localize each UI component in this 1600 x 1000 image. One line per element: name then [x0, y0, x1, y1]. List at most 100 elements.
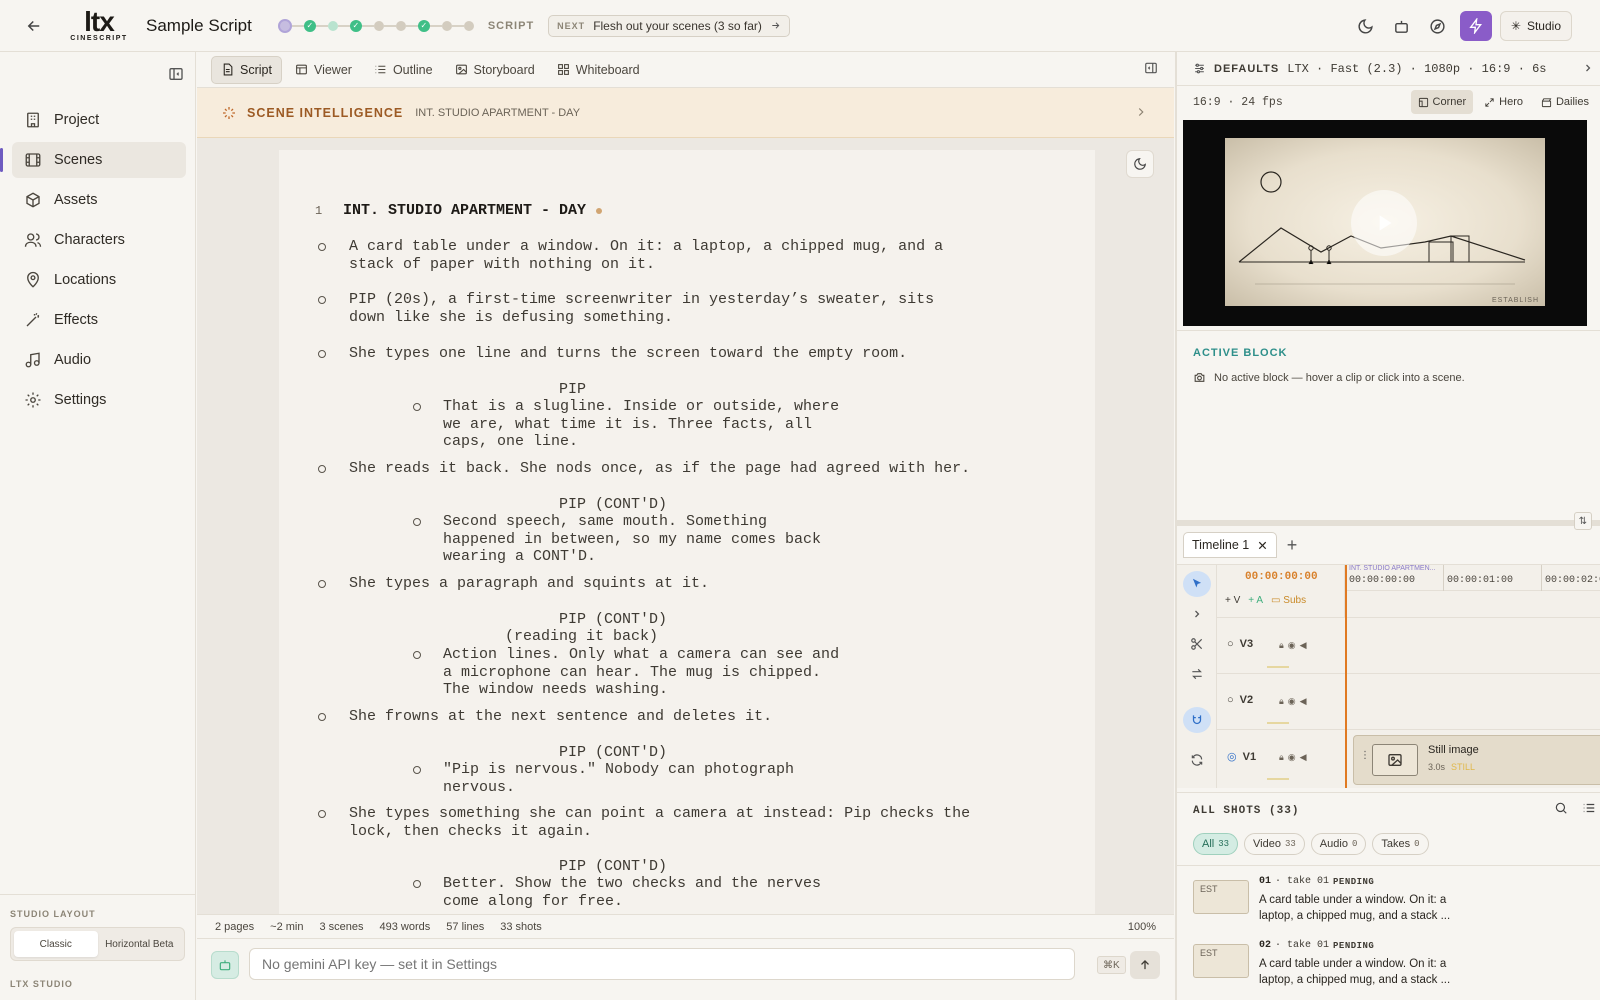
scissors-icon[interactable] [1183, 631, 1211, 657]
action-line[interactable]: She types one line and turns the screen … [349, 345, 907, 363]
workflow-progress[interactable]: ✓ ✓ ✓ [277, 18, 474, 33]
lock-icon[interactable]: 🔒︎ [1279, 752, 1284, 763]
timeline-ruler[interactable]: INT. STUDIO APARTMEN... 00:00:00:00 00:0… [1345, 565, 1600, 591]
action-line[interactable]: She reads it back. She nods once, as if … [349, 460, 970, 478]
dialogue[interactable]: "Pip is nervous." Nobody can photograph … [443, 761, 794, 796]
sidebar-item-characters[interactable]: Characters [12, 222, 186, 258]
progress-step[interactable]: ✓ [349, 19, 362, 32]
script-page[interactable]: 1 INT. STUDIO APARTMENT - DAY A card tab… [279, 150, 1095, 962]
collapse-sidebar-icon[interactable] [168, 66, 186, 84]
track-v2[interactable]: ○ V2 🔒︎ ◉ ◀︎ [1217, 673, 1600, 729]
sidebar-item-assets[interactable]: Assets [12, 182, 186, 218]
action-line[interactable]: PIP (20s), a first-time screenwriter in … [349, 291, 934, 326]
dialogue[interactable]: Action lines. Only what a camera can see… [443, 646, 839, 699]
track-target-icon[interactable]: ○ [1227, 694, 1234, 706]
timeline-tab[interactable]: Timeline 1 ✕ [1183, 532, 1277, 558]
eye-icon[interactable]: ◉ [1288, 640, 1296, 651]
bolt-button[interactable] [1459, 11, 1492, 41]
action-line[interactable]: A card table under a window. On it: a la… [349, 238, 943, 273]
progress-step[interactable]: ✓ [303, 19, 316, 32]
list-icon[interactable] [1582, 801, 1596, 815]
compass-icon[interactable] [1424, 12, 1452, 40]
progress-step[interactable] [277, 18, 292, 33]
track-target-icon[interactable]: ○ [1227, 638, 1234, 650]
zoom-level[interactable]: 100% [1128, 921, 1156, 933]
panel-toggle-icon[interactable] [1144, 61, 1160, 77]
action-line[interactable]: She types something she can point a came… [349, 805, 970, 840]
sidebar-item-effects[interactable]: Effects [12, 302, 186, 338]
layout-classic-option[interactable]: Classic [14, 931, 98, 957]
shot-bullet[interactable] [318, 243, 326, 251]
send-button[interactable] [1130, 951, 1160, 979]
action-line[interactable]: She types a paragraph and squints at it. [349, 575, 709, 593]
mode-dailies[interactable]: Dailies [1534, 90, 1596, 114]
shot-bullet[interactable] [318, 810, 326, 818]
progress-step[interactable] [441, 20, 452, 31]
prompt-input[interactable] [249, 948, 1075, 980]
add-video-track-button[interactable]: + V [1225, 595, 1240, 606]
sidebar-item-scenes[interactable]: Scenes [0, 142, 186, 178]
refresh-icon[interactable] [1183, 747, 1211, 773]
shot-bullet[interactable] [318, 713, 326, 721]
speaker-icon[interactable]: ◀︎ [1300, 696, 1307, 707]
defaults-bar[interactable]: DEFAULTS LTX · Fast (2.3) · 1080p · 16:9… [1177, 52, 1600, 86]
drag-handle-icon[interactable]: ⋮ [1360, 750, 1370, 761]
speaker-icon[interactable]: ◀︎ [1300, 752, 1307, 763]
character-cue[interactable]: PIP [559, 381, 586, 398]
shot-bullet[interactable] [318, 465, 326, 473]
progress-step[interactable] [373, 20, 384, 31]
eye-icon[interactable]: ◉ [1288, 752, 1296, 763]
progress-step[interactable] [327, 20, 338, 31]
mode-hero[interactable]: Hero [1477, 90, 1530, 114]
video-preview[interactable]: ESTABLISH [1183, 120, 1587, 326]
sidebar-item-settings[interactable]: Settings [12, 382, 186, 418]
studio-button[interactable]: ✳ Studio [1499, 11, 1572, 41]
chevron-right-icon[interactable] [1582, 62, 1594, 74]
filter-takes[interactable]: Takes 0 [1372, 833, 1429, 855]
eye-icon[interactable]: ◉ [1288, 696, 1296, 707]
track-target-icon[interactable]: ◎ [1227, 750, 1237, 763]
scene-intelligence-bar[interactable]: SCENE INTELLIGENCE INT. STUDIO APARTMENT… [197, 88, 1174, 138]
chevron-right-icon[interactable] [1183, 601, 1211, 627]
timeline-clip[interactable]: ⋮ Still image 3.0s STILL [1353, 735, 1600, 785]
select-tool-icon[interactable] [1183, 571, 1211, 597]
shot-bullet[interactable] [318, 296, 326, 304]
subtitles-button[interactable]: ▭ Subs [1271, 595, 1306, 606]
shot-bullet[interactable] [413, 766, 421, 774]
tab-script[interactable]: Script [211, 55, 282, 84]
speaker-icon[interactable]: ◀︎ [1300, 640, 1307, 651]
lock-icon[interactable]: 🔒︎ [1279, 696, 1284, 707]
next-step-button[interactable]: NEXT Flesh out your scenes (3 so far) [548, 14, 790, 37]
shot-bullet[interactable] [318, 580, 326, 588]
filter-audio[interactable]: Audio 0 [1310, 833, 1367, 855]
parenthetical[interactable]: (reading it back) [505, 628, 658, 645]
tab-whiteboard[interactable]: Whiteboard [548, 56, 649, 84]
shot-bullet[interactable] [413, 651, 421, 659]
robot-icon[interactable] [1388, 12, 1416, 40]
character-cue[interactable]: PIP (CONT'D) [559, 744, 667, 761]
shot-bullet[interactable] [413, 880, 421, 888]
character-cue[interactable]: PIP (CONT'D) [559, 496, 667, 513]
magnet-icon[interactable] [1183, 707, 1211, 733]
add-audio-track-button[interactable]: + A [1248, 595, 1263, 606]
shot-bullet[interactable] [413, 518, 421, 526]
action-line[interactable]: She frowns at the next sentence and dele… [349, 708, 772, 726]
sidebar-item-audio[interactable]: Audio [12, 342, 186, 378]
moon-icon[interactable] [1352, 12, 1380, 40]
shot-bullet[interactable] [413, 403, 421, 411]
tab-viewer[interactable]: Viewer [286, 56, 361, 84]
filter-video[interactable]: Video 33 [1244, 833, 1305, 855]
assistant-button[interactable] [211, 951, 239, 979]
swap-icon[interactable] [1183, 661, 1211, 687]
progress-step[interactable] [463, 20, 474, 31]
chevron-right-icon[interactable] [1134, 105, 1148, 119]
shot-item[interactable]: EST 01 · take 01 PENDING A card table un… [1177, 866, 1600, 930]
back-arrow-icon[interactable] [20, 12, 48, 40]
progress-step[interactable] [395, 20, 406, 31]
layout-horizontal-option[interactable]: Horizontal Beta [98, 931, 182, 957]
scene-heading[interactable]: 1 INT. STUDIO APARTMENT - DAY [315, 202, 603, 219]
sidebar-item-locations[interactable]: Locations [12, 262, 186, 298]
close-icon[interactable]: ✕ [1257, 538, 1267, 553]
shot-item[interactable]: EST 02 · take 01 PENDING A card table un… [1177, 930, 1600, 994]
character-cue[interactable]: PIP (CONT'D) [559, 858, 667, 875]
